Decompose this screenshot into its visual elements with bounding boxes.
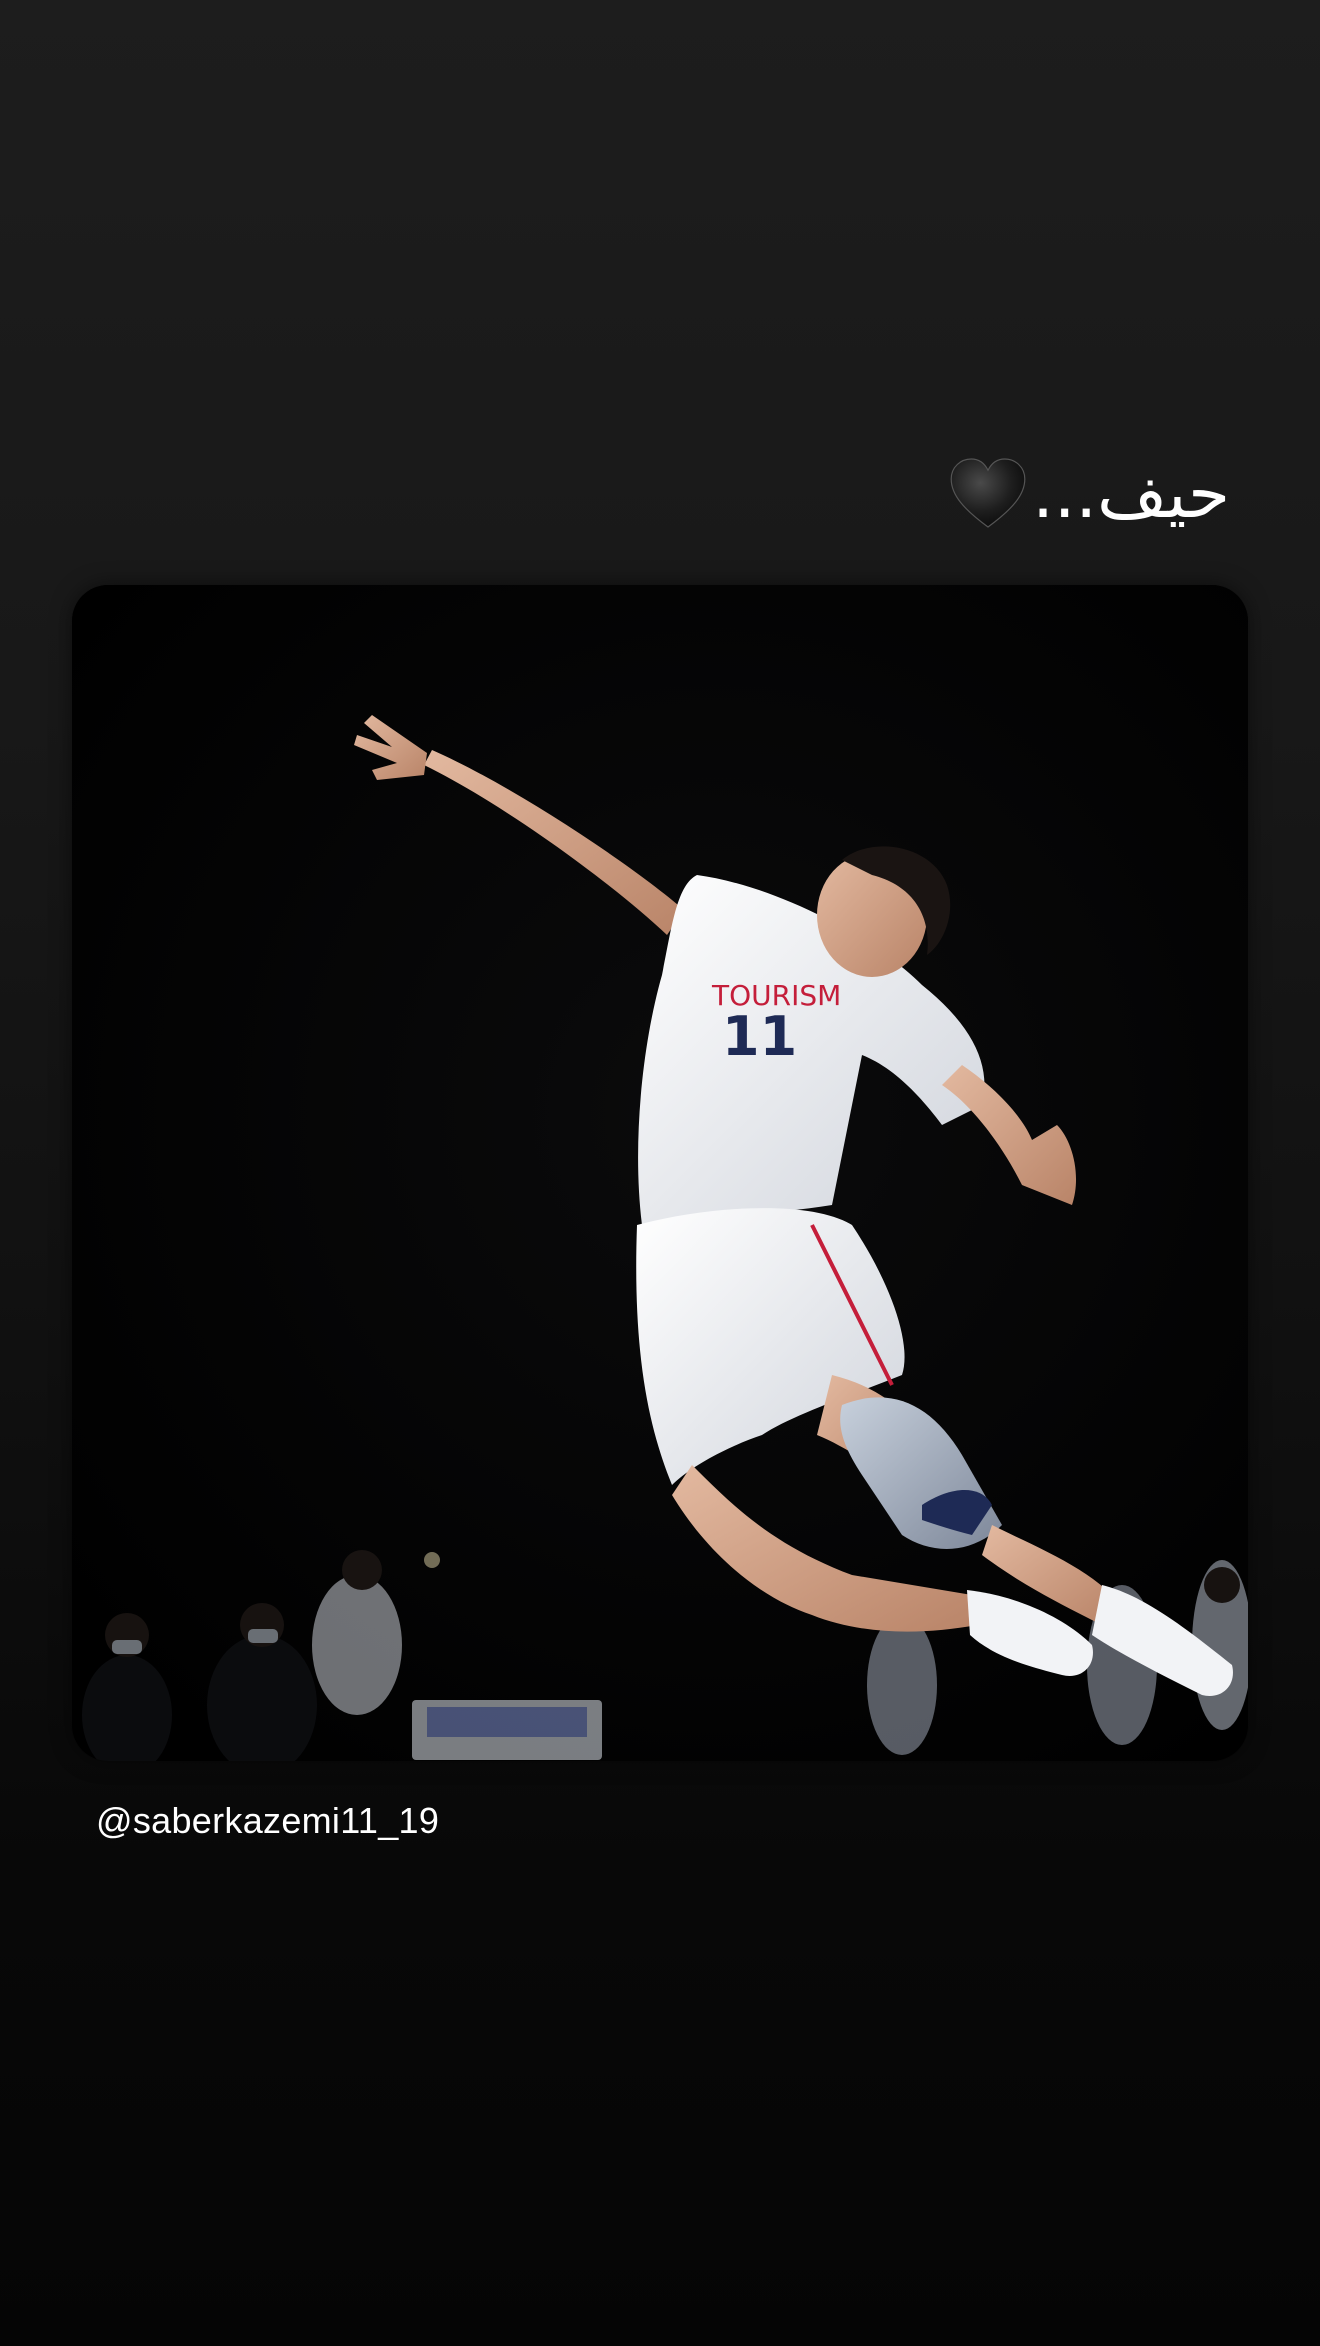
story-screen: حیف... TOURISM 11 @saberkazemi11_19 (0, 0, 1320, 2346)
caption-text: حیف... (1032, 455, 1230, 534)
caption: حیف... (948, 450, 1230, 540)
jersey-number: 11 (722, 1005, 797, 1068)
volleyball-player-photo: TOURISM 11 (72, 585, 1248, 1761)
black-heart-icon (950, 458, 1026, 528)
mention-tag[interactable]: @saberkazemi11_19 (96, 1800, 439, 1842)
